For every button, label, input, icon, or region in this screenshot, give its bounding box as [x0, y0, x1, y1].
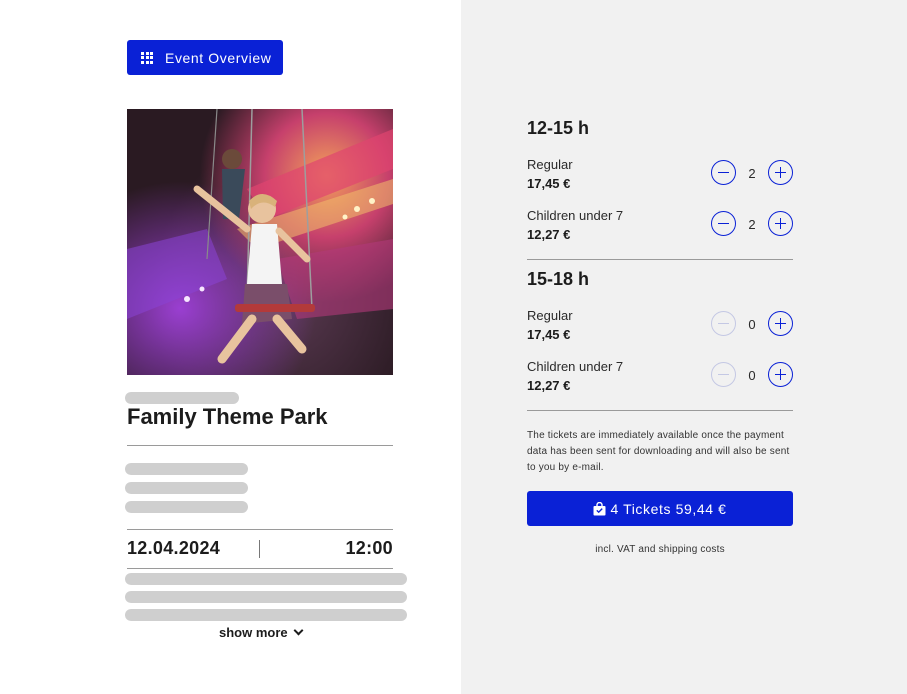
buy-tickets-label: 4 Tickets 59,44 €: [610, 500, 727, 517]
ticket-name: Children under 7: [527, 208, 624, 223]
delivery-info-text: The tickets are immediately available on…: [527, 430, 790, 473]
event-overview-label: Event Overview: [165, 49, 272, 66]
buy-tickets-button[interactable]: 4 Tickets 59,44 €: [527, 491, 793, 526]
placeholder-line: [125, 392, 239, 404]
show-more-button[interactable]: show more: [219, 625, 304, 640]
divider: [527, 259, 793, 260]
date-time-divider: [259, 540, 260, 558]
ticket-price: 17,45 €: [527, 327, 571, 342]
shopping-bag-icon: [593, 501, 606, 516]
ticket-name: Regular: [527, 157, 573, 172]
event-photo: [127, 109, 393, 375]
placeholder-line: [125, 482, 248, 494]
ticket-price: 12,27 €: [527, 378, 571, 393]
increase-quantity-button[interactable]: [768, 211, 793, 236]
decrease-quantity-button[interactable]: [711, 211, 736, 236]
ticket-quantity: 2: [748, 166, 756, 181]
increase-quantity-button[interactable]: [768, 362, 793, 387]
divider: [127, 568, 393, 569]
ticket-name: Children under 7: [527, 359, 624, 374]
decrease-quantity-button[interactable]: [711, 311, 736, 336]
placeholder-line: [125, 501, 248, 513]
time-slot-title: 15-18 h: [527, 269, 590, 289]
event-date: 12.04.2024: [127, 538, 221, 558]
ticket-price: 17,45 €: [527, 176, 571, 191]
grid-icon: [141, 51, 153, 64]
placeholder-line: [125, 463, 248, 475]
placeholder-line: [125, 591, 407, 603]
ticket-price: 12,27 €: [527, 227, 571, 242]
event-title: Family Theme Park: [127, 404, 328, 429]
ticket-quantity: 0: [748, 368, 756, 383]
ticket-selection-panel: [461, 0, 907, 694]
chevron-down-icon: [293, 625, 304, 636]
show-more-label: show more: [219, 625, 288, 640]
divider: [127, 529, 393, 530]
placeholder-line: [125, 609, 407, 621]
increase-quantity-button[interactable]: [768, 160, 793, 185]
divider: [527, 410, 793, 411]
ticket-quantity: 2: [748, 217, 756, 232]
ticket-quantity: 0: [748, 317, 756, 332]
time-slot-title: 12-15 h: [527, 118, 590, 138]
increase-quantity-button[interactable]: [768, 311, 793, 336]
vat-note: incl. VAT and shipping costs: [595, 544, 725, 555]
divider: [127, 445, 393, 446]
placeholder-line: [125, 573, 407, 585]
decrease-quantity-button[interactable]: [711, 160, 736, 185]
ticket-name: Regular: [527, 308, 573, 323]
event-time: 12:00: [345, 538, 393, 558]
event-overview-button[interactable]: Event Overview: [127, 40, 283, 75]
decrease-quantity-button[interactable]: [711, 362, 736, 387]
